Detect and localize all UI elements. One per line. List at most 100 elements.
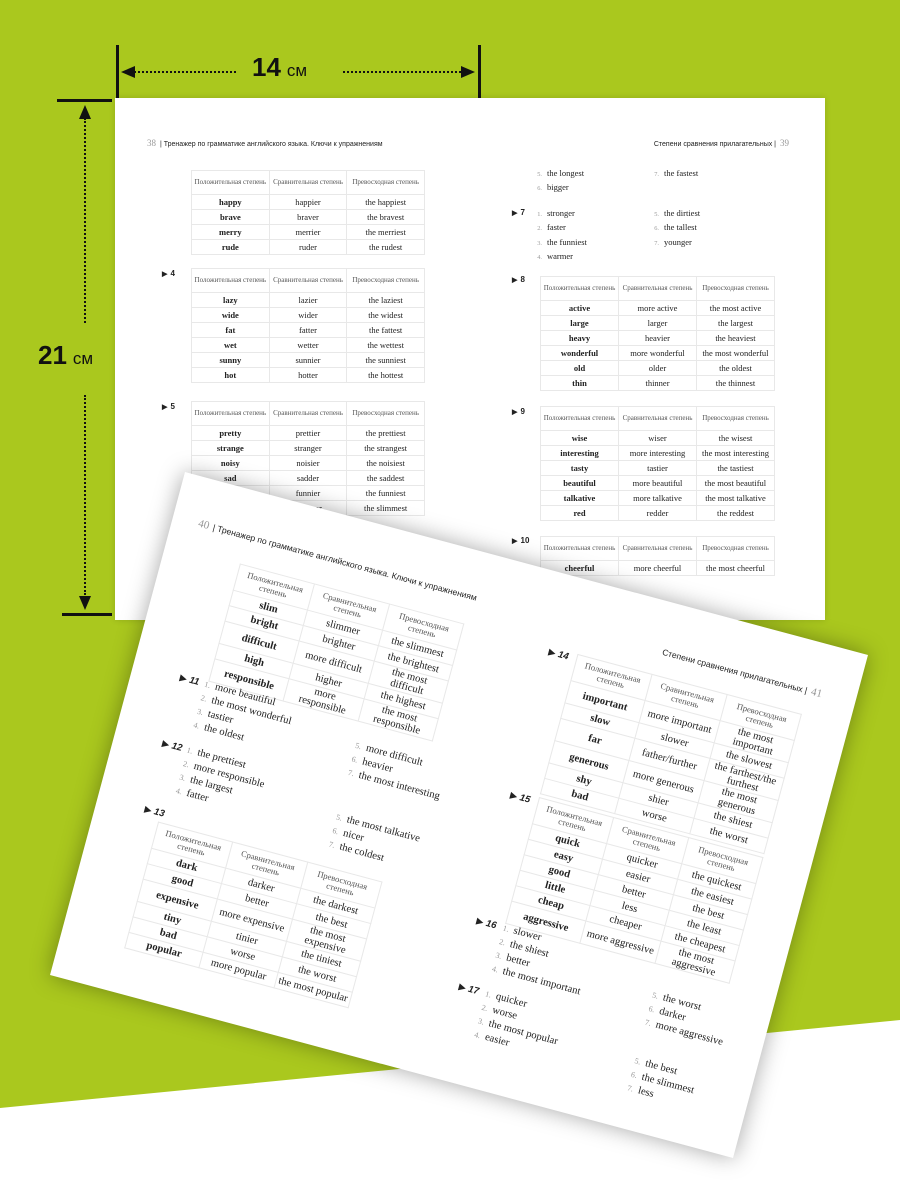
superlative-degree-cell: the thinnest	[696, 375, 775, 391]
exercise-number: 14	[556, 649, 570, 663]
item-number: 7.	[327, 839, 336, 850]
table-row: beautiful more beautiful the most beautifu…	[540, 475, 775, 491]
comparative-degree-cell: stranger	[268, 440, 348, 456]
superlative-degree-cell: the happiest	[346, 194, 425, 210]
table-row: cheerful more cheerful the most cheerful	[540, 560, 775, 576]
exercise-number: 16	[484, 917, 498, 932]
comparative-degree-cell: more interesting	[618, 445, 697, 461]
positive-degree-cell: talkative	[540, 490, 619, 506]
item-number: 2.	[537, 225, 542, 233]
triangle-icon: ▶	[162, 269, 168, 278]
superlative-degree-cell: the tastiest	[696, 460, 775, 476]
table-row: sunny sunnier the sunniest	[191, 352, 425, 368]
exercise-4-marker: ▶ 4	[162, 269, 175, 278]
comparative-degree-cell: thinner	[618, 375, 697, 391]
item-text: bigger	[547, 182, 569, 193]
superlative-degree-cell: the bravest	[346, 209, 425, 225]
item-number: 7.	[347, 767, 356, 779]
comparative-degree-cell: merrier	[268, 224, 348, 240]
superlative-degree-cell: the most cheerful	[696, 560, 775, 576]
column-header: Сравнительная степень	[268, 268, 348, 293]
item-number: 5.	[654, 211, 659, 218]
list-item: 6. the tallest	[650, 221, 767, 235]
superlative-degree-cell: the most talkative	[696, 490, 775, 506]
triangle-icon: ▶	[161, 737, 171, 750]
table-row: wonderful more wonderful the most wonderfu…	[540, 345, 775, 361]
list-item: 1. stronger	[533, 207, 650, 221]
exercise-11-marker: ▶11	[179, 672, 201, 688]
positive-degree-cell: wise	[540, 430, 619, 446]
superlative-degree-cell: the noisiest	[346, 455, 425, 471]
dimension-tick	[62, 613, 112, 616]
page-number: 41	[809, 685, 824, 701]
exercise-number: 4	[170, 269, 175, 278]
column-header: Сравнительная степень	[618, 536, 697, 561]
triangle-icon: ▶	[475, 915, 485, 927]
page-number: 39	[780, 138, 789, 148]
comparative-degree-cell: more active	[618, 300, 697, 316]
exercise-7-marker: ▶ 7	[512, 208, 525, 217]
item-text: the fastest	[664, 168, 699, 178]
comparative-degree-cell: heavier	[618, 330, 697, 346]
positive-degree-cell: interesting	[540, 445, 619, 461]
comparative-degree-cell: prettier	[268, 425, 348, 441]
triangle-icon: ▶	[512, 536, 518, 545]
exercise-number: 15	[518, 792, 532, 806]
answer-column: 5. the longest 6. bigger	[533, 167, 650, 196]
positive-degree-cell: old	[540, 360, 619, 376]
item-number: 4.	[490, 964, 500, 975]
dimension-line	[134, 71, 236, 73]
triangle-icon: ▶	[143, 803, 153, 816]
comparative-degree-cell: older	[618, 360, 697, 376]
comparative-degree-cell: more talkative	[618, 490, 697, 506]
positive-degree-cell: strange	[191, 440, 270, 456]
table-header-row: Положительная степень Сравнительная степе…	[540, 406, 775, 431]
list-item: 2. faster	[533, 221, 650, 235]
column-header: Превосходная степень	[696, 276, 775, 301]
arrow-down-icon	[79, 596, 91, 610]
superlative-degree-cell: the funniest	[346, 485, 425, 501]
superlative-degree-cell: the most interesting	[696, 445, 775, 461]
comparative-degree-cell: larger	[618, 315, 697, 331]
table-header-row: Положительная степень Сравнительная степе…	[540, 276, 775, 301]
positive-degree-cell: sunny	[191, 352, 270, 368]
positive-degree-cell: wet	[191, 337, 270, 353]
dimension-line	[84, 395, 86, 595]
item-text: faster	[547, 222, 566, 233]
column-header: Сравнительная степень	[618, 406, 697, 431]
dimension-tick	[116, 45, 119, 101]
column-header: Положительная степень	[191, 268, 270, 293]
triangle-icon: ▶	[512, 275, 518, 284]
table-row: heavy heavier the heaviest	[540, 330, 775, 346]
positive-degree-cell: rude	[191, 239, 270, 255]
exercise-9-marker: ▶ 9	[512, 407, 525, 416]
superlative-degree-cell: the most wonderful	[696, 345, 775, 361]
running-head-text: Тренажер по грамматике английского языка…	[163, 141, 383, 148]
table-row: active more active the most active	[540, 300, 775, 316]
running-head-left: 38 | Тренажер по грамматике английского я…	[147, 138, 383, 148]
table-header-row: Положительная степень Сравнительная степе…	[540, 536, 775, 561]
positive-degree-cell: active	[540, 300, 619, 316]
positive-degree-cell: large	[540, 315, 619, 331]
table-row: hot hotter the hottest	[191, 367, 425, 383]
dimension-tick	[478, 45, 481, 101]
item-text: the funniest	[547, 236, 587, 247]
superlative-degree-cell: the heaviest	[696, 330, 775, 346]
table-row: interesting more interesting the most inte…	[540, 445, 775, 461]
list-item: 7. younger	[650, 236, 767, 250]
table-row: merry merrier the merriest	[191, 224, 425, 240]
comparative-degree-cell: sunnier	[268, 352, 348, 368]
page-number: 38	[147, 138, 156, 148]
comparative-degree-cell: tastier	[618, 460, 697, 476]
item-number: 4.	[174, 786, 183, 797]
list-item: 7. the fastest	[650, 167, 767, 181]
positive-degree-cell: merry	[191, 224, 270, 240]
item-number: 4.	[537, 253, 542, 261]
height-label: 21 см	[38, 340, 93, 371]
item-text: the tallest	[664, 222, 697, 233]
exercise-number: 5	[170, 402, 175, 411]
exercise-number: 11	[187, 674, 201, 688]
exercise-7-answers: 1. stronger 2. faster 3. the funniest 4. warmer…	[533, 207, 767, 264]
table-header-row: Положительная степень Сравнительная степе…	[191, 268, 425, 293]
list-item: 5. the dirtiest	[650, 207, 767, 221]
